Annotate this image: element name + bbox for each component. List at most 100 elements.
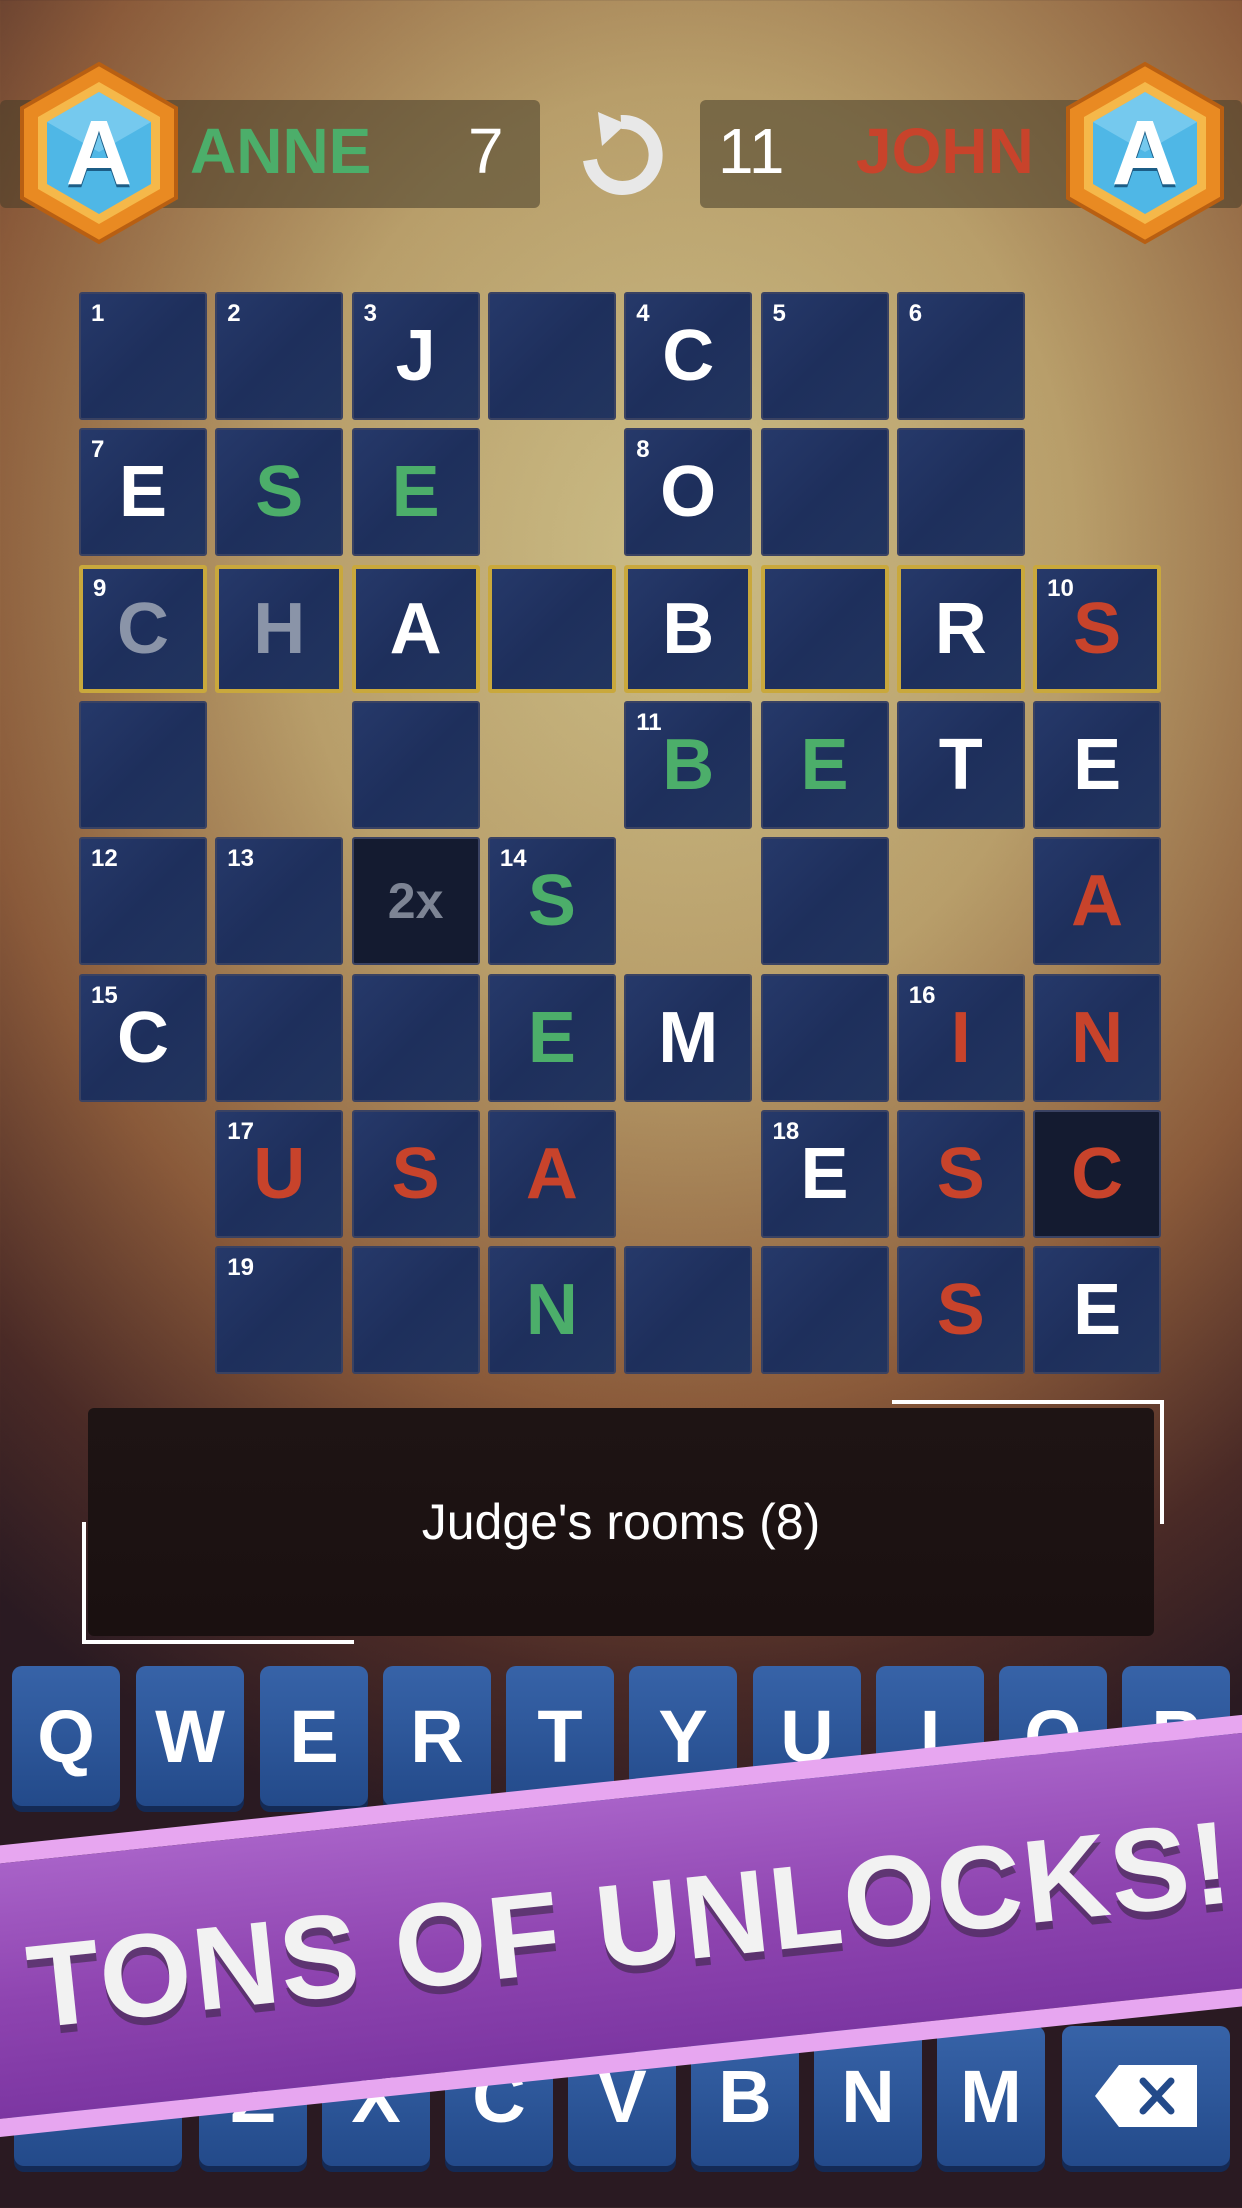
- grid-cell-r3c7[interactable]: E: [1033, 700, 1162, 829]
- grid-cell-r2c1[interactable]: H: [215, 564, 344, 693]
- cell-letter: N: [525, 1270, 578, 1351]
- grid-cell-r4c1[interactable]: 13: [215, 837, 344, 966]
- grid-cell-r5c2[interactable]: [351, 973, 480, 1102]
- cell-letter: S: [255, 452, 304, 533]
- grid-cell-r4c3[interactable]: 14 S: [487, 837, 616, 966]
- cell-letter: O: [660, 452, 717, 533]
- player-left-score: 7: [468, 115, 504, 187]
- key-e[interactable]: E: [260, 1666, 368, 1806]
- cell-clue-number: 2: [227, 300, 241, 327]
- grid-cell-r4c5[interactable]: [760, 837, 889, 966]
- grid-cell-r0c5[interactable]: 5: [760, 292, 889, 420]
- grid-cell-r6c7[interactable]: C: [1033, 1109, 1162, 1238]
- grid-cell-r2c6[interactable]: R: [896, 564, 1025, 693]
- grid-cell-r1c2[interactable]: E: [351, 428, 480, 557]
- cell-clue-number: 5: [772, 300, 786, 327]
- grid-cell-r6c3[interactable]: A: [487, 1109, 616, 1238]
- grid-cell-r5c3[interactable]: E: [487, 973, 616, 1102]
- cell-letter: C: [117, 997, 169, 1078]
- player-left-avatar-letter: A: [65, 101, 133, 204]
- player-left-avatar: A: [14, 60, 184, 246]
- grid-cell-r1c4[interactable]: 8O: [624, 428, 753, 557]
- cell-letter: E: [118, 452, 168, 533]
- grid-cell-r2c2[interactable]: A: [351, 564, 480, 693]
- cell-letter: U: [253, 1133, 306, 1214]
- grid-cell-r3c5[interactable]: E: [760, 700, 889, 829]
- grid-cell-r3c2[interactable]: [351, 700, 480, 829]
- grid-cell-r6c1[interactable]: 17 U: [215, 1109, 344, 1238]
- key-w[interactable]: W: [136, 1666, 244, 1806]
- backspace-key[interactable]: [1062, 2026, 1230, 2166]
- cell-letter: S: [1073, 588, 1122, 669]
- player-right-name: JOHN: [856, 115, 1034, 187]
- grid-cell-r3c0[interactable]: [79, 700, 207, 829]
- grid-cell-r4c2[interactable]: 2x: [351, 837, 480, 966]
- grid-cell-r2c7[interactable]: 10 S: [1033, 564, 1162, 693]
- grid-cell-r7c6[interactable]: S: [896, 1246, 1025, 1375]
- grid-cell-r6c6[interactable]: S: [896, 1109, 1025, 1238]
- clue-text: Judge's rooms (8): [421, 1494, 821, 1550]
- cell-letter: S: [936, 1270, 985, 1351]
- cell-letter: S: [936, 1133, 985, 1214]
- grid-cell-r2c5[interactable]: [760, 564, 889, 693]
- cell-clue-number: 1: [91, 300, 105, 327]
- cell-letter: E: [1073, 724, 1122, 805]
- grid-cell-r2c4[interactable]: B: [624, 564, 753, 693]
- grid-cell-r0c4[interactable]: 4C: [624, 292, 753, 420]
- grid-cell-r1c6[interactable]: [896, 428, 1025, 557]
- cell-letter: T: [938, 724, 983, 805]
- grid-cell-r4c7[interactable]: A: [1033, 837, 1162, 966]
- grid-cell-r1c0[interactable]: 7E: [79, 428, 207, 557]
- grid-cell-r4c0[interactable]: 12: [79, 837, 207, 966]
- grid-cell-r5c7[interactable]: N: [1033, 973, 1162, 1102]
- cell-letter: H: [253, 588, 306, 669]
- grid-cell-r3c4[interactable]: 11 B: [624, 700, 753, 829]
- grid-cell-r7c4[interactable]: [624, 1246, 753, 1375]
- undo-button[interactable]: [578, 110, 664, 200]
- grid-cell-r7c5[interactable]: [760, 1246, 889, 1375]
- grid-cell-r0c0[interactable]: 1: [79, 292, 207, 420]
- key-q[interactable]: Q: [12, 1666, 120, 1806]
- grid-cell-r1c5[interactable]: [760, 428, 889, 557]
- cell-clue-number: 6: [908, 300, 923, 327]
- cell-letter: E: [800, 1133, 849, 1214]
- grid-cell-r7c1[interactable]: 19: [215, 1246, 344, 1375]
- cell-letter: A: [1071, 861, 1124, 942]
- cell-clue-number: 19: [227, 1254, 254, 1282]
- key-m[interactable]: M: [937, 2026, 1045, 2166]
- grid-cell-r7c7[interactable]: E: [1033, 1246, 1162, 1375]
- grid-cell-r6c2[interactable]: S: [351, 1109, 480, 1238]
- grid-cell-r0c1[interactable]: 2: [215, 292, 344, 420]
- grid-cell-r5c5[interactable]: [760, 973, 889, 1102]
- grid-cell-r5c0[interactable]: 15 C: [79, 973, 207, 1102]
- grid-cell-r6c5[interactable]: 18 E: [760, 1109, 889, 1238]
- key-r[interactable]: R: [383, 1666, 491, 1806]
- cell-letter: I: [950, 997, 971, 1078]
- cell-clue-number: 12: [91, 845, 118, 873]
- player-right-avatar: A: [1060, 60, 1230, 246]
- grid-cell-r5c4[interactable]: M: [624, 973, 753, 1102]
- cell-letter: M: [658, 997, 719, 1078]
- cell-letter: B: [662, 724, 715, 805]
- grid-cell-r5c1[interactable]: [215, 973, 344, 1102]
- cell-letter: C: [117, 588, 169, 669]
- grid-cell-r1c1[interactable]: S: [215, 428, 344, 557]
- cell-letter: E: [527, 997, 576, 1078]
- grid-cell-r0c2[interactable]: 3J: [351, 292, 480, 420]
- cell-letter: E: [391, 452, 440, 533]
- player-right-score: 11: [718, 115, 785, 187]
- player-right-avatar-letter: A: [1111, 101, 1179, 204]
- grid-cell-r5c6[interactable]: 16 I: [896, 973, 1025, 1102]
- grid-cell-r2c0[interactable]: 9C: [79, 564, 207, 693]
- grid-cell-r3c6[interactable]: T: [896, 700, 1025, 829]
- cell-letter: C: [662, 316, 715, 396]
- grid-cell-r2c3[interactable]: [487, 564, 616, 693]
- grid-cell-r7c3[interactable]: N: [487, 1246, 616, 1375]
- undo-arrow-icon: [583, 112, 663, 195]
- grid-cell-r0c3[interactable]: [487, 292, 616, 420]
- grid-cell-r7c2[interactable]: [351, 1246, 480, 1375]
- cell-letter: C: [1071, 1133, 1124, 1214]
- grid-cell-r0c6[interactable]: 6: [896, 292, 1025, 420]
- cell-letter: A: [389, 588, 442, 669]
- score-bar: A ANNE 7 11 JOHN A: [0, 60, 1242, 250]
